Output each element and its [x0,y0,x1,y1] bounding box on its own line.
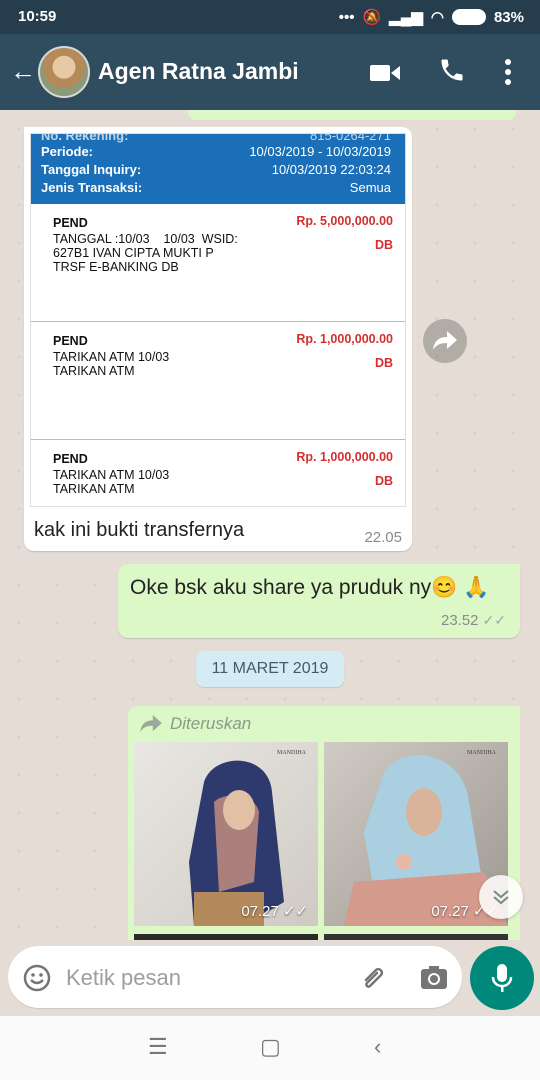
camera-icon[interactable] [418,962,450,994]
product-photo[interactable]: MANDIHA 07.27✓✓ [134,742,318,926]
message-time: 22.05 [364,529,402,546]
chat-header: ← Agen Ratna Jambi [0,34,540,110]
system-nav-bar: ☰ ▢ ‹ [0,1016,540,1080]
status-icons: ••• 🔕 ▂▄▆ ◠ 83% [338,8,524,27]
contact-avatar[interactable] [38,46,90,98]
mute-icon: 🔕 [362,9,382,26]
battery-icon [451,9,486,25]
hijab-model-figure [189,760,284,926]
transaction-row: PEND TANGGAL :10/03 10/03 WSID: 627B1 IV… [31,204,405,322]
message-caption: kak ini bukti transfernya [34,519,245,541]
transaction-row: PEND TARIKAN ATM 10/03 TARIKAN ATM Rp. 1… [31,322,405,440]
recent-apps-icon[interactable]: ☰ [148,1034,168,1060]
forwarded-label: Diteruskan [140,714,251,734]
battery-percent: 83% [493,8,524,26]
status-bar: 10:59 ••• 🔕 ▂▄▆ ◠ 83% [0,0,540,34]
system-back-icon[interactable]: ‹ [374,1034,381,1060]
double-chevron-down-icon [493,890,509,905]
forward-arrow-icon [433,331,457,350]
scroll-to-bottom-button[interactable] [479,875,523,919]
home-icon[interactable]: ▢ [260,1034,281,1060]
incoming-image-message[interactable]: No. Rekening: 815-0264-271 Periode: 10/0… [24,127,412,551]
forward-button[interactable] [423,319,467,363]
chat-area[interactable]: No. Rekening: 815-0264-271 Periode: 10/0… [0,110,540,940]
voice-record-button[interactable] [470,946,534,1010]
attach-paperclip-icon[interactable] [358,962,390,994]
input-placeholder: Ketik pesan [66,965,181,990]
double-check-icon: ✓✓ [282,903,308,920]
wifi-icon: ◠ [430,9,444,26]
tanggal-row: Tanggal Inquiry: 10/03/2019 22:03:24 [41,162,391,177]
forwarded-images-message[interactable]: Diteruskan MANDIHA 07.27 ✓✓ MANDIHA 07.27… [128,706,520,940]
previous-message-stub [188,110,516,120]
phone-call-icon[interactable] [438,56,466,84]
back-arrow-icon[interactable]: ← [10,58,36,84]
compose-bar: Ketik pesan [0,940,540,1016]
video-call-icon[interactable] [370,62,400,84]
brand-watermark: MANDIHA [277,750,306,756]
date-divider: 11 MARET 2019 [196,651,344,687]
microphone-icon [491,964,513,992]
message-input[interactable]: Ketik pesan [8,946,462,1008]
signal-icon: ▂▄▆ [389,9,423,26]
status-time: 10:59 [18,8,57,25]
transaction-row: PEND TARIKAN ATM 10/03 TARIKAN ATM Rp. 1… [53,450,393,496]
contact-name[interactable]: Agen Ratna Jambi [98,58,299,85]
photo-time: 07.27✓✓ [241,902,308,921]
periode-row: Periode: 10/03/2019 - 10/03/2019 [41,144,391,159]
message-text: Oke bsk aku share ya pruduk ny😊 🙏 [130,576,490,599]
message-time: 23.52 [440,612,479,629]
brand-watermark: MANDIHA [467,750,496,756]
statement-header: No. Rekening: 815-0264-271 Periode: 10/0… [31,134,405,204]
double-check-icon: ✓✓ [482,612,506,628]
message-meta: 23.52 ✓✓ [441,612,506,629]
forwarded-arrow-icon [140,715,162,733]
more-dots-icon: ••• [338,8,355,26]
jenis-row: Jenis Transaksi: Semua [41,180,391,195]
overflow-menu-icon[interactable] [498,56,518,88]
outgoing-message[interactable]: Oke bsk aku share ya pruduk ny😊 🙏 23.52 … [118,564,520,638]
bank-statement-image[interactable]: No. Rekening: 815-0264-271 Periode: 10/0… [30,133,406,507]
emoji-icon[interactable] [22,963,52,993]
